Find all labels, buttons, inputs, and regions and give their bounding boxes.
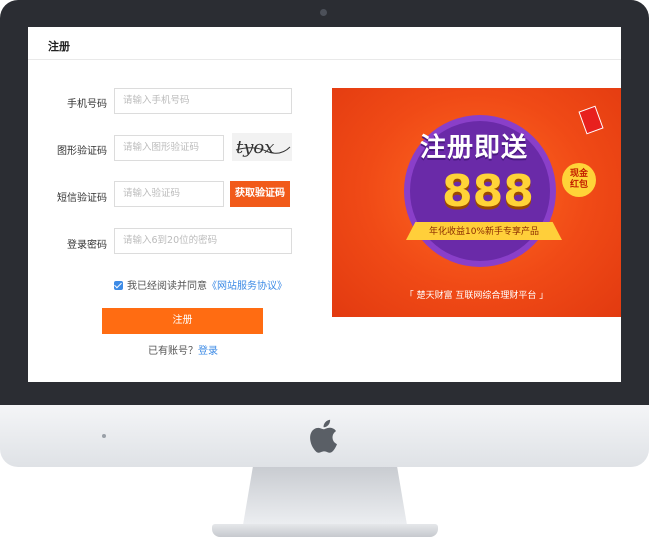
badge-line-1: 现金	[569, 169, 588, 179]
captcha-image[interactable]: tyox	[232, 133, 292, 161]
monitor-stand	[243, 467, 407, 525]
phone-input[interactable]: 请输入手机号码	[114, 88, 292, 114]
login-prompt: 已有账号？	[148, 346, 198, 357]
sms-label: 短信验证码	[57, 193, 107, 204]
banner-ribbon-text: 年化收益10%新手专享产品	[428, 227, 539, 237]
register-button[interactable]: 注册	[102, 308, 263, 334]
password-label: 登录密码	[67, 240, 107, 251]
banner-headline: 注册即送	[420, 133, 529, 163]
monitor-stand-base	[212, 524, 438, 537]
agreement-checkbox[interactable]	[114, 281, 123, 290]
password-input[interactable]: 请输入6到20位的密码	[114, 228, 292, 254]
title-divider	[28, 59, 621, 60]
apple-logo-icon	[310, 419, 337, 453]
phone-label: 手机号码	[67, 99, 107, 110]
badge-line-2: 红包	[569, 180, 588, 190]
banner-amount: 888	[442, 166, 534, 217]
camera-dot	[320, 9, 327, 16]
agreement-text: 我已经阅读并同意	[127, 281, 207, 292]
banner-footer: 「 楚天财富 互联网综合理财平台 」	[404, 291, 549, 301]
login-link[interactable]: 登录	[198, 346, 218, 357]
sms-code-input[interactable]: 请输入验证码	[114, 181, 224, 207]
captcha-label: 图形验证码	[57, 146, 107, 157]
red-envelope-icon	[578, 105, 604, 135]
promo-banner[interactable]: 注册即送 888 现金 红包 年化收益10%新手专享产品 「 楚天财富 互联网综…	[332, 88, 621, 317]
svg-text:tyox: tyox	[236, 137, 274, 158]
get-sms-code-button[interactable]: 获取验证码	[230, 181, 290, 207]
login-row: 已有账号？登录	[148, 342, 218, 357]
screen: 注册 手机号码 请输入手机号码 图形验证码 请输入图形验证码 tyox 短信验证…	[28, 27, 621, 382]
captcha-input[interactable]: 请输入图形验证码	[114, 135, 224, 161]
indicator-dot	[102, 434, 106, 438]
page-title: 注册	[48, 40, 70, 53]
agreement-row: 我已经阅读并同意《网站服务协议》	[114, 277, 287, 292]
cash-bonus-badge: 现金 红包	[562, 163, 596, 197]
service-agreement-link[interactable]: 《网站服务协议》	[207, 281, 287, 292]
